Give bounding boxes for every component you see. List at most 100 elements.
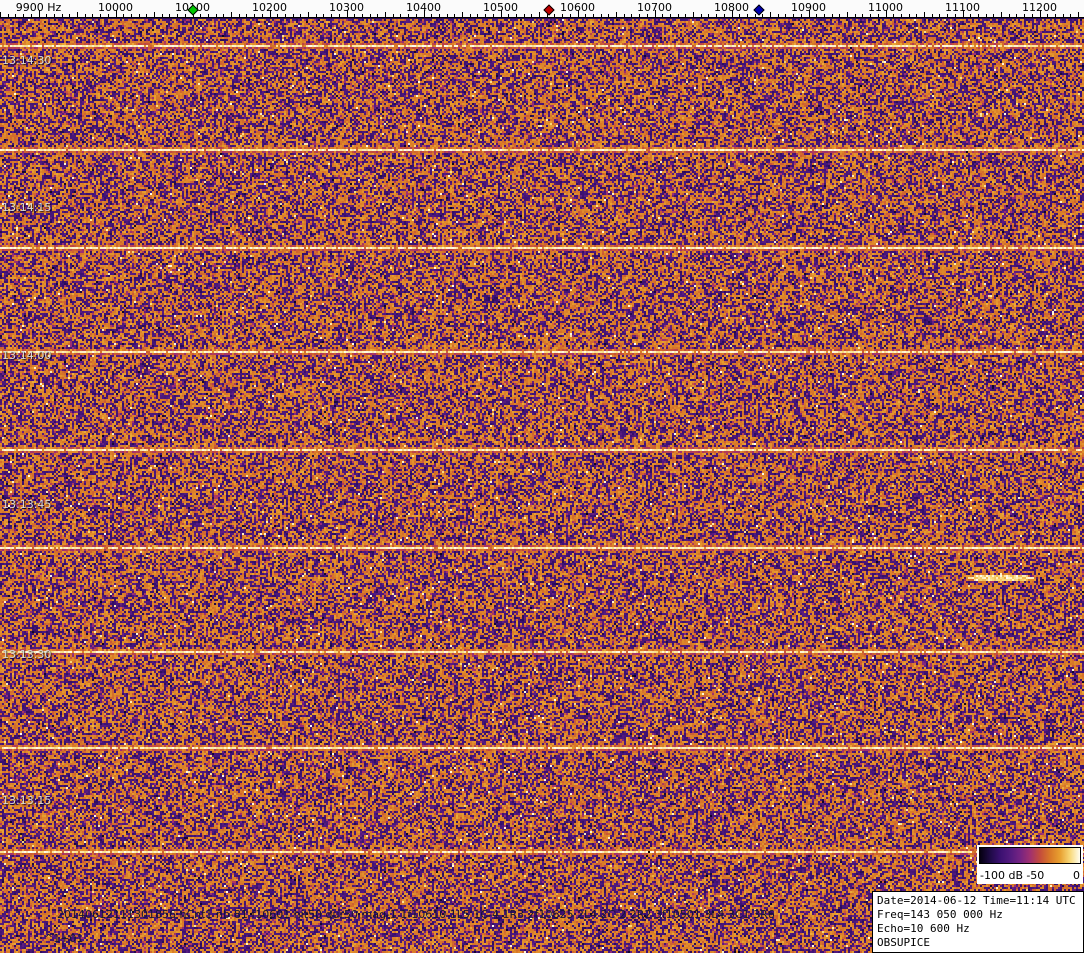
freq-tick-label: 10000 (98, 1, 133, 14)
ruler-tick (393, 14, 394, 17)
ruler-tick (92, 14, 93, 17)
ruler-tick (862, 14, 863, 17)
ruler-tick (277, 14, 278, 17)
ruler-tick (801, 14, 802, 17)
info-station-line: OBSUPICE (877, 936, 1079, 950)
colorbar-max-label: 0 (1073, 869, 1080, 882)
frequency-ruler: 9900 Hz100001010010200103001040010500106… (0, 0, 1084, 18)
ruler-tick (439, 14, 440, 17)
colorbar: -100 dB -50 0 (977, 845, 1083, 884)
ruler-tick (762, 14, 763, 17)
ruler-tick (62, 14, 63, 17)
ruler-tick (262, 14, 263, 17)
ruler-tick (601, 14, 602, 17)
ruler-tick (454, 14, 455, 17)
time-label: 13:14:30 (2, 54, 51, 67)
ruler-tick (693, 12, 694, 17)
ruler-tick (947, 14, 948, 17)
ruler-tick (239, 14, 240, 17)
colorbar-gradient (979, 847, 1081, 864)
ruler-tick (462, 12, 463, 17)
ruler-tick (554, 14, 555, 17)
ruler-tick (108, 14, 109, 17)
ruler-tick (639, 14, 640, 17)
ruler-tick (131, 14, 132, 17)
freq-tick-label: 11100 (945, 1, 980, 14)
ruler-tick (624, 14, 625, 17)
ruler-tick (1047, 14, 1048, 17)
marker-diamond-red[interactable] (543, 4, 554, 15)
ruler-tick (185, 14, 186, 17)
ruler-tick (1055, 14, 1056, 17)
ruler-tick (77, 12, 78, 17)
ruler-tick (778, 14, 779, 17)
ruler-tick (993, 14, 994, 17)
ruler-tick (816, 14, 817, 17)
ruler-tick (470, 14, 471, 17)
ruler-tick (585, 14, 586, 17)
ruler-tick (570, 14, 571, 17)
ruler-tick (1001, 12, 1002, 17)
ruler-tick (924, 12, 925, 17)
ruler-tick (362, 14, 363, 17)
ruler-tick (69, 14, 70, 17)
ruler-tick (100, 14, 101, 17)
ruler-tick (716, 14, 717, 17)
freq-tick-label: 10400 (406, 1, 441, 14)
ruler-tick (701, 14, 702, 17)
ruler-tick (477, 14, 478, 17)
ruler-tick (0, 12, 1, 17)
ruler-tick (416, 14, 417, 17)
ruler-tick (670, 14, 671, 17)
ruler-tick (724, 14, 725, 17)
ruler-tick (208, 14, 209, 17)
ruler-tick (878, 14, 879, 17)
observation-info-box: Date=2014-06-12 Time=11:14 UTC Freq=143 … (872, 891, 1084, 953)
ruler-tick (562, 14, 563, 17)
ruler-tick (647, 14, 648, 17)
ruler-tick (901, 14, 902, 17)
ruler-tick (408, 14, 409, 17)
ruler-tick (1032, 14, 1033, 17)
time-label: 13:13:15 (2, 794, 51, 807)
ruler-tick (678, 14, 679, 17)
ruler-tick (431, 14, 432, 17)
waterfall-display[interactable] (0, 19, 1084, 953)
ruler-tick (608, 14, 609, 17)
ruler-tick (300, 14, 301, 17)
ruler-tick (216, 14, 217, 17)
ruler-tick (200, 14, 201, 17)
ruler-tick (508, 14, 509, 17)
freq-tick-label: 10300 (329, 1, 364, 14)
time-label: 13:13:30 (2, 648, 51, 661)
ruler-tick (146, 14, 147, 17)
ruler-tick (293, 14, 294, 17)
ruler-tick (223, 14, 224, 17)
ruler-tick (986, 14, 987, 17)
freq-tick-label: 10600 (560, 1, 595, 14)
colorbar-labels: -100 dB -50 0 (977, 869, 1083, 883)
ruler-tick (177, 14, 178, 17)
ruler-tick (755, 14, 756, 17)
ruler-tick (739, 14, 740, 17)
ruler-tick (893, 14, 894, 17)
ruler-tick (85, 14, 86, 17)
info-echo-line: Echo=10 600 Hz (877, 922, 1079, 936)
ruler-tick (31, 14, 32, 17)
freq-tick-label: 10700 (637, 1, 672, 14)
ruler-tick (1009, 14, 1010, 17)
annotation-counter: ^1+01 (44, 932, 83, 945)
ruler-tick (46, 14, 47, 17)
ruler-tick (162, 14, 163, 17)
ruler-tick (747, 14, 748, 17)
ruler-tick (123, 14, 124, 17)
ruler-tick (246, 14, 247, 17)
ruler-tick (339, 14, 340, 17)
ruler-tick (939, 14, 940, 17)
ruler-tick (916, 14, 917, 17)
ruler-tick (331, 14, 332, 17)
ruler-tick (516, 14, 517, 17)
colorbar-min-label: -100 dB (980, 869, 1023, 882)
ruler-tick (169, 14, 170, 17)
ruler-tick (785, 14, 786, 17)
